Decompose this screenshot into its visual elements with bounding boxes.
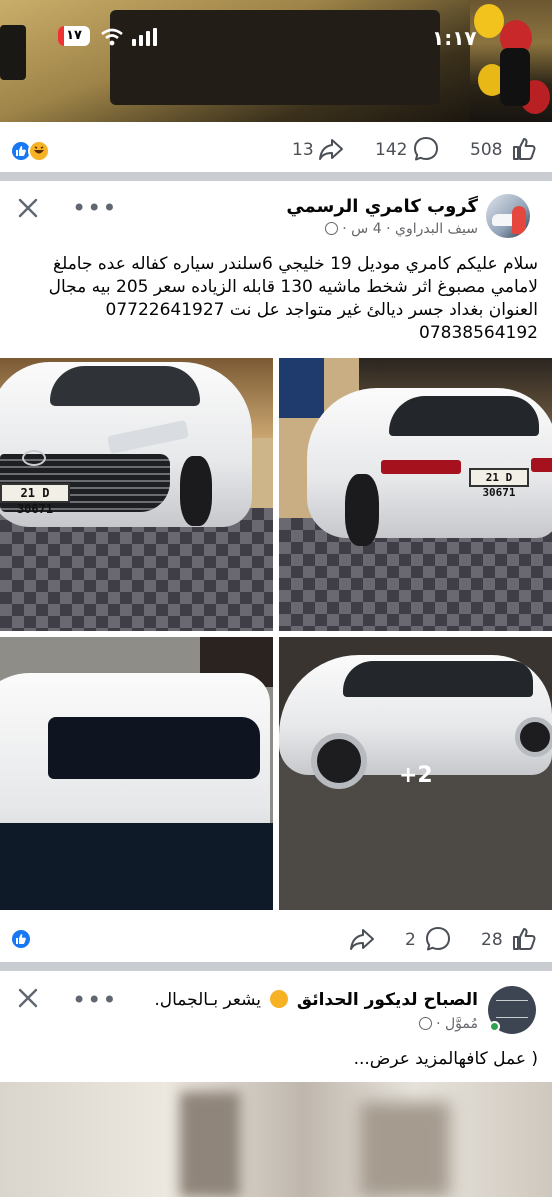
share-count[interactable]: 13 [292, 140, 314, 160]
wifi-icon [101, 28, 123, 46]
side-wheel-rear-image [515, 717, 552, 757]
more-icon[interactable]: ••• [72, 196, 117, 220]
post-meta: سيف البدراوي · 4 س · [324, 221, 478, 237]
rear-window-image [389, 396, 539, 436]
share-icon-2[interactable] [349, 926, 375, 952]
front-wheel-image [180, 456, 212, 526]
globe-icon [324, 222, 338, 235]
status-time: ١:١٧ [432, 26, 477, 50]
meta-separator-2: · [337, 221, 347, 237]
comment-count-2[interactable]: 2 [405, 930, 416, 950]
taillight-image-2 [531, 458, 552, 472]
windshield-image [110, 10, 440, 105]
more-photos-count[interactable]: +2 [399, 763, 433, 788]
toyota-logo-image [22, 450, 46, 466]
car-windshield-image [50, 366, 200, 406]
blurred-image-2 [360, 1102, 450, 1197]
more-icon-2[interactable]: ••• [72, 988, 117, 1012]
haha-icon[interactable] [28, 140, 50, 162]
comment-count[interactable]: 142 [375, 140, 407, 160]
feeling-text: يشعر بـالجمال. [154, 990, 262, 1010]
rear-wheel-image [345, 474, 379, 546]
comment-icon[interactable] [413, 136, 439, 162]
smile-emoji-icon [269, 990, 288, 1008]
meta-separator: · [381, 221, 391, 237]
car-photo-side[interactable]: +2 [279, 637, 552, 910]
globe-icon-2 [418, 1017, 432, 1030]
battery-level: ١٧ [66, 28, 82, 43]
balloon-dark [500, 48, 530, 106]
license-plate-front: 21 D 30671 [0, 483, 70, 516]
online-dot [489, 1021, 500, 1032]
meta-separator-3: · [431, 1016, 441, 1032]
post-body-text[interactable]: سلام عليكم كامري موديل 19 خليجي 6سلندر س… [18, 253, 538, 345]
author-name[interactable]: سيف البدراوي [395, 221, 478, 237]
post3-body-text[interactable]: ( عمل كافهالمزيد عرض... [18, 1048, 538, 1071]
page-name[interactable]: الصباح لديكور الحدائق [297, 990, 478, 1010]
car-photo-roof[interactable] [0, 637, 273, 910]
comment-icon-2[interactable] [425, 926, 451, 952]
like-icon[interactable] [511, 136, 537, 162]
avatar-person-image [512, 206, 526, 234]
signal-icon [132, 28, 157, 46]
group-avatar[interactable] [486, 194, 530, 238]
close-icon[interactable] [18, 198, 38, 218]
group-name[interactable]: گروب كامري الرسمي [286, 196, 478, 217]
post1-action-bar: 13 142 508 [0, 122, 552, 178]
car-photo-front[interactable]: 21 D 30671 [0, 358, 273, 631]
post2-action-bar: 2 28 [0, 912, 552, 968]
share-icon[interactable] [318, 136, 344, 162]
close-icon-2[interactable] [18, 988, 38, 1008]
like-count[interactable]: 508 [470, 140, 502, 160]
post3-title: الصباح لديكور الحدائق يشعر بـالجمال. [154, 990, 478, 1010]
sunroof-image [48, 717, 260, 779]
truck-image [279, 358, 324, 418]
side-windows-image [343, 661, 533, 697]
like-icon-2[interactable] [511, 926, 537, 952]
battery-icon: ١٧ [58, 26, 90, 46]
previous-post-photo[interactable] [0, 0, 552, 122]
taillight-image [381, 460, 461, 474]
post-time[interactable]: 4 س [351, 221, 381, 237]
car-photo-rear[interactable]: 21 D 30671 [279, 358, 552, 631]
post3-photo[interactable] [0, 1082, 552, 1197]
avatar-logo-image [496, 1000, 528, 1018]
like-reaction-icon-2[interactable] [10, 928, 32, 950]
mirror-image [0, 25, 26, 80]
post3-meta: مُموَّل · [418, 1016, 478, 1032]
post-separator-2 [0, 962, 552, 971]
side-wheel-front-image [311, 733, 367, 789]
post-separator [0, 172, 552, 181]
like-count-2[interactable]: 28 [481, 930, 503, 950]
windshield-dark-image [0, 823, 273, 910]
license-plate-rear: 21 D 30671 [469, 468, 529, 499]
blurred-image [180, 1092, 240, 1197]
sponsored-label[interactable]: مُموَّل [445, 1016, 478, 1032]
